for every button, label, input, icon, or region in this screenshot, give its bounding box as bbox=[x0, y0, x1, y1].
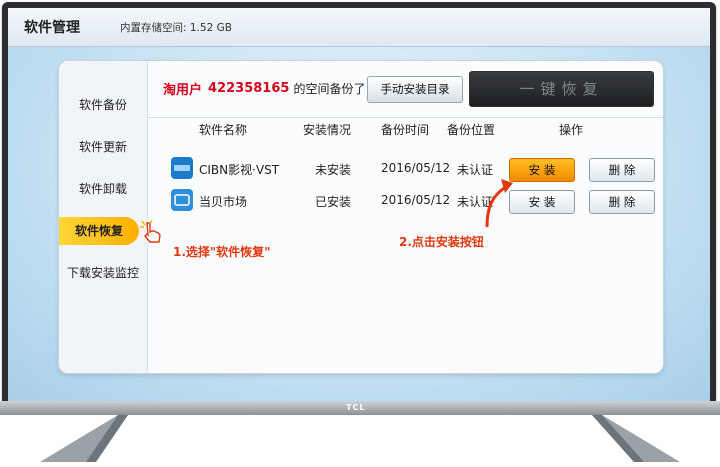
delete-button[interactable]: 删 除 bbox=[589, 190, 655, 214]
sidebar-item-uninstall[interactable]: 软件卸载 bbox=[59, 175, 147, 203]
sidebar: 软件备份 软件更新 软件卸载 软件恢复 下载安装监控 bbox=[59, 61, 148, 373]
sidebar-item-update[interactable]: 软件更新 bbox=[59, 133, 147, 161]
app-name: CIBN影视·VST bbox=[199, 163, 280, 177]
install-status: 已安装 bbox=[315, 195, 352, 209]
brand-logo: TCL bbox=[346, 403, 366, 412]
tv-stand bbox=[40, 415, 680, 462]
col-header-location: 备份位置 bbox=[447, 123, 496, 137]
hand-pointer-icon bbox=[140, 219, 161, 243]
dangbei-app-icon bbox=[171, 189, 193, 211]
user-prefix: 淘用户 bbox=[163, 82, 203, 98]
backup-time: 2016/05/12 bbox=[381, 161, 451, 175]
title-bar: 软件管理 内置存储空间: 1.52 GB bbox=[8, 8, 710, 47]
main-panel: 软件备份 软件更新 软件卸载 软件恢复 下载安装监控 1.选择"软件恢复" 淘用… bbox=[58, 60, 664, 374]
col-header-name: 软件名称 bbox=[199, 123, 248, 137]
col-header-time: 备份时间 bbox=[381, 123, 430, 137]
backup-time: 2016/05/12 bbox=[381, 193, 451, 207]
backup-summary: 淘用户 422358165 的空间备份了 bbox=[163, 73, 365, 103]
divider bbox=[147, 117, 663, 118]
user-id: 422358165 bbox=[208, 80, 290, 96]
storage-info: 内置存储空间: 1.52 GB bbox=[120, 22, 232, 34]
delete-button[interactable]: 删 除 bbox=[589, 158, 655, 182]
one-key-restore-button[interactable]: 一键恢复 bbox=[469, 71, 654, 107]
install-status: 未安装 bbox=[315, 163, 352, 177]
backup-message: 的空间备份了 bbox=[293, 81, 366, 96]
sidebar-item-restore[interactable]: 软件恢复 bbox=[59, 217, 139, 245]
tv-frame: 软件管理 内置存储空间: 1.52 GB 软件备份 软件更新 软件卸载 软件恢复… bbox=[2, 2, 716, 407]
step2-annotation: 2.点击安装按钮 bbox=[399, 235, 484, 249]
step2-arrow bbox=[485, 179, 513, 228]
app-name: 当贝市场 bbox=[199, 195, 248, 209]
sidebar-item-backup[interactable]: 软件备份 bbox=[59, 91, 147, 119]
sidebar-item-download-monitor[interactable]: 下载安装监控 bbox=[59, 259, 147, 287]
tv-screen: 软件管理 内置存储空间: 1.52 GB 软件备份 软件更新 软件卸载 软件恢复… bbox=[8, 8, 710, 401]
page-title: 软件管理 bbox=[24, 20, 80, 36]
manual-install-directory-button[interactable]: 手动安装目录 bbox=[367, 76, 463, 103]
col-header-actions: 操作 bbox=[559, 123, 584, 137]
col-header-status: 安装情况 bbox=[303, 123, 352, 137]
cibn-app-icon bbox=[171, 157, 193, 179]
step1-annotation: 1.选择"软件恢复" bbox=[173, 245, 271, 259]
